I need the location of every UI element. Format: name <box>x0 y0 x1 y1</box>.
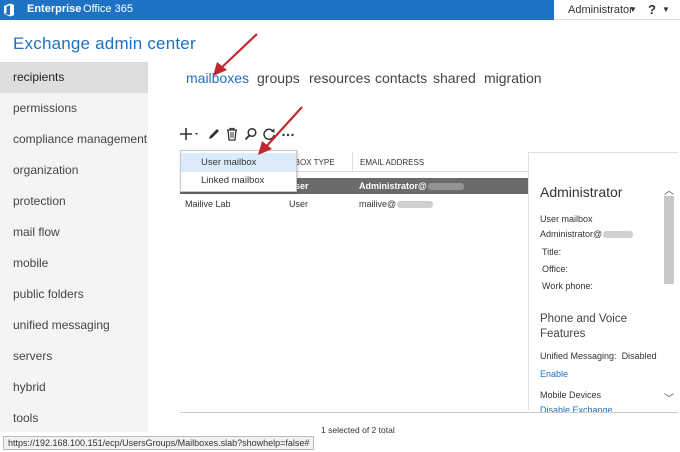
email-text: mailive@ <box>359 199 397 209</box>
sidebar-item-compliance[interactable]: compliance management <box>0 124 148 155</box>
redacted-text <box>603 231 634 239</box>
sidebar-item-servers[interactable]: servers <box>0 341 148 372</box>
help-menu[interactable]: ? <box>648 2 656 17</box>
sidebar-item-mobile[interactable]: mobile <box>0 248 148 279</box>
scroll-down-icon[interactable]: ﹀ <box>664 390 674 405</box>
tab-resources[interactable]: resources <box>309 70 370 86</box>
menu-item-linked-mailbox[interactable]: Linked mailbox <box>181 171 296 190</box>
detail-mailbox-type: User mailbox <box>540 214 593 224</box>
email-text: Administrator@ <box>540 229 603 239</box>
nav-enterprise[interactable]: Enterprise <box>27 3 81 15</box>
app-title: Exchange admin center <box>13 34 196 53</box>
enable-link[interactable]: Enable <box>540 369 568 379</box>
detail-mobile-devices: Mobile Devices <box>540 390 602 400</box>
detail-section-phone: Phone and Voice Features <box>540 313 627 340</box>
um-value: Disabled <box>621 351 657 361</box>
sidebar-item-hybrid[interactable]: hybrid <box>0 372 148 403</box>
redacted-text <box>427 183 464 191</box>
column-header-email[interactable]: EMAIL ADDRESS <box>360 158 424 167</box>
status-url: https://192.168.100.151/ecp/UsersGroups/… <box>3 436 315 450</box>
detail-title: Administrator <box>540 184 623 200</box>
email-text: Administrator@ <box>359 181 427 191</box>
status-divider <box>180 412 678 413</box>
um-label: Unified Messaging: <box>540 351 617 361</box>
detail-office-field: Office: <box>542 264 568 274</box>
tab-shared[interactable]: shared <box>433 70 476 86</box>
scrollbar-thumb[interactable] <box>664 196 674 284</box>
user-menu[interactable]: Administrator <box>568 4 633 16</box>
cell-type: ser <box>295 181 309 191</box>
edit-icon[interactable] <box>207 127 221 141</box>
cell-email: Administrator@ <box>359 181 464 191</box>
cell-name: Mailive Lab <box>185 199 231 209</box>
top-right-menu: Administrator ▼ ? ▼ <box>554 0 680 20</box>
sidebar-item-tools[interactable]: tools <box>0 403 148 434</box>
sidebar-item-recipients[interactable]: recipients <box>0 62 148 93</box>
sidebar-item-mail-flow[interactable]: mail flow <box>0 217 148 248</box>
cell-type: User <box>289 199 309 209</box>
scroll-up-icon[interactable]: ︿ <box>664 182 674 197</box>
detail-phone-field: Work phone: <box>542 281 593 291</box>
sidebar-item-permissions[interactable]: permissions <box>0 93 148 124</box>
table-row[interactable]: Mailive Lab User mailive@ <box>180 196 528 212</box>
sidebar-item-organization[interactable]: organization <box>0 155 148 186</box>
tab-contacts[interactable]: contacts <box>375 70 427 86</box>
redacted-text <box>397 201 434 209</box>
grid-border <box>528 152 678 153</box>
detail-um: Unified Messaging: Disabled <box>540 351 657 361</box>
caret-down-icon[interactable]: ▼ <box>662 5 670 14</box>
delete-icon[interactable] <box>225 127 239 141</box>
caret-down-icon[interactable]: ▼ <box>629 5 637 14</box>
top-bar: Enterprise Office 365 Administrator ▼ ? … <box>0 0 680 20</box>
cell-email: mailive@ <box>359 199 434 209</box>
office-logo-icon[interactable] <box>3 3 15 17</box>
add-icon[interactable] <box>180 127 200 141</box>
sidebar-item-public-folders[interactable]: public folders <box>0 279 148 310</box>
details-divider <box>528 152 529 410</box>
selection-status: 1 selected of 2 total <box>321 425 395 435</box>
detail-email: Administrator@ <box>540 229 634 239</box>
column-separator <box>352 152 353 172</box>
sidebar: recipients permissions compliance manage… <box>0 62 148 432</box>
detail-title-field: Title: <box>542 247 562 257</box>
nav-office365[interactable]: Office 365 <box>83 3 133 15</box>
sidebar-item-unified-messaging[interactable]: unified messaging <box>0 310 148 341</box>
annotation-arrow-icon <box>258 106 303 155</box>
tab-migration[interactable]: migration <box>484 70 542 86</box>
annotation-arrow-icon <box>213 33 258 76</box>
sidebar-item-protection[interactable]: protection <box>0 186 148 217</box>
